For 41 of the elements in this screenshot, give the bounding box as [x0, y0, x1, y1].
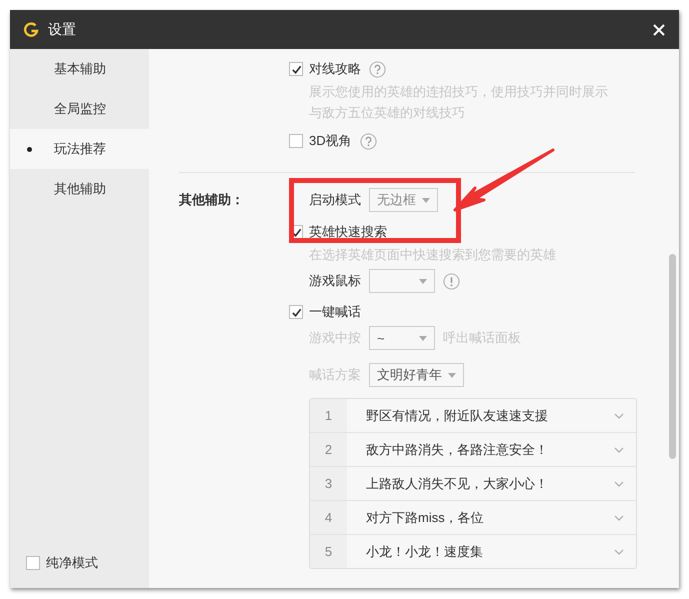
window-title: 设置: [48, 20, 76, 38]
phrase-text[interactable]: 小龙！小龙！速度集: [347, 542, 614, 560]
sidebar-item[interactable]: 其他辅助: [10, 169, 149, 209]
phrase-text[interactable]: 野区有情况，附近队友速速支援: [347, 406, 614, 424]
checkbox-label: 3D视角: [309, 132, 352, 150]
chevron-icon[interactable]: [614, 548, 624, 554]
checkbox-label: 对线攻略: [309, 60, 361, 78]
phrase-text[interactable]: 上路敌人消失不见，大家小心！: [347, 474, 614, 492]
checkbox-label: 纯净模式: [46, 554, 98, 572]
checkbox[interactable]: [289, 134, 303, 148]
caret-icon: [448, 372, 456, 378]
section-label: 其他辅助：: [179, 191, 244, 209]
caret-icon: [419, 278, 427, 284]
caret-icon: [422, 198, 430, 202]
sidebar-item[interactable]: 玩法推荐: [10, 129, 149, 169]
logo-icon: [23, 22, 39, 38]
chevron-icon[interactable]: [614, 412, 624, 418]
checkbox[interactable]: [289, 305, 303, 319]
sidebar-item[interactable]: 基本辅助: [10, 49, 149, 89]
sidebar-item[interactable]: 全局监控: [10, 89, 149, 129]
bullet-icon: [27, 147, 32, 152]
checkbox-label: 英雄快速搜索: [309, 223, 387, 241]
close-icon[interactable]: [653, 24, 665, 36]
field-label: 游戏鼠标: [309, 272, 361, 290]
checkbox-label: 一键喊话: [309, 303, 361, 321]
row-number: 5: [310, 535, 347, 568]
phrase-text[interactable]: 敌方中路消失，各路注意安全！: [347, 440, 614, 458]
chevron-icon[interactable]: [614, 480, 624, 486]
phrase-text[interactable]: 对方下路miss，各位: [347, 508, 614, 526]
checkbox[interactable]: [26, 556, 40, 570]
checkbox[interactable]: [289, 62, 303, 76]
caret-icon: [419, 336, 427, 340]
row-number: 3: [310, 467, 347, 500]
row-number: 1: [310, 399, 347, 432]
field-label: 启动模式: [309, 191, 361, 209]
row-number: 2: [310, 433, 347, 466]
chevron-icon[interactable]: [614, 446, 624, 452]
dropdown[interactable]: [369, 269, 435, 293]
scrollbar-thumb[interactable]: [669, 254, 676, 459]
row-number: 4: [310, 501, 347, 534]
chevron-icon[interactable]: [614, 514, 624, 520]
